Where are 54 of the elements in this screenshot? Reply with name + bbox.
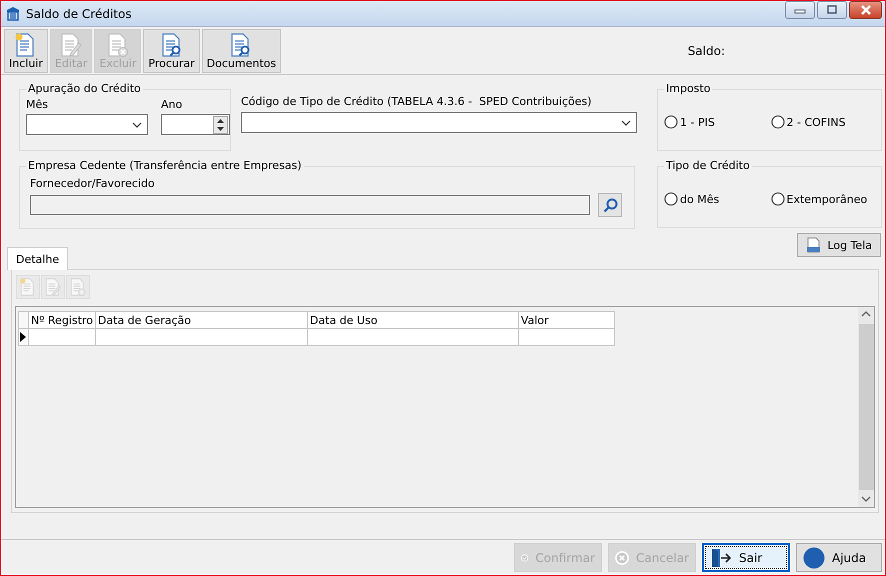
month-label: Mês [26, 98, 49, 111]
radio-button[interactable] [770, 115, 784, 129]
window-title: Saldo de Créditos [26, 6, 132, 20]
radio-label[interactable]: 1 - PIS [680, 116, 715, 128]
group-title: Apuração do Crédito [26, 82, 143, 95]
footer-button[interactable]: Sair [702, 543, 790, 572]
chevron-down-icon [621, 120, 631, 126]
year-label: Ano [161, 98, 184, 111]
minimize-button[interactable] [785, 1, 815, 19]
radio-label[interactable]: do Mês [680, 192, 720, 206]
footer-button[interactable]: Ajuda [796, 543, 882, 572]
search-icon [602, 198, 618, 212]
delete-document-icon [69, 278, 87, 296]
close-button[interactable] [849, 1, 882, 19]
column-header: Data de Uso [307, 312, 518, 328]
toolbar-button[interactable]: Procurar [143, 28, 200, 72]
document-icon [806, 237, 822, 253]
radio-label[interactable]: Extemporâneo [786, 192, 868, 206]
bank-icon [5, 6, 21, 22]
radio-button[interactable] [664, 115, 678, 129]
saldo-label: Saldo: [688, 44, 725, 58]
group-title: Tipo de Crédito [664, 159, 752, 172]
tab[interactable]: Detalhe [7, 247, 68, 270]
column-header: Data de Geração [95, 312, 308, 328]
maximize-icon [825, 5, 839, 15]
scroll-down-icon [860, 494, 872, 504]
supplier-label: Fornecedor/Favorecido [30, 177, 155, 190]
edit-document-icon [44, 278, 62, 296]
delete-document-icon [106, 32, 130, 56]
document-search-icon [160, 32, 184, 56]
close-icon [858, 5, 872, 15]
scrollbar[interactable] [858, 307, 874, 507]
column-header: Valor [518, 312, 614, 328]
credit-type-label: Código de Tipo de Crédito (TABELA 4.3.6 - SPED Contribuições) [241, 95, 593, 108]
radio-label[interactable]: 2 - COFINS [786, 116, 846, 128]
supplier-field[interactable] [30, 195, 590, 215]
chevron-down-icon [132, 122, 142, 128]
toolbar-button[interactable]: Documentos [202, 28, 282, 72]
group-title: Imposto [664, 82, 712, 95]
toolbar-button[interactable]: Incluir [4, 28, 48, 72]
exit-door-icon [710, 546, 732, 568]
credit-type-dropdown[interactable] [241, 112, 637, 133]
group-title: Empresa Cedente (Transferência entre Empresas) [26, 159, 304, 172]
year-spinner[interactable] [161, 114, 230, 135]
maximize-button[interactable] [817, 1, 847, 19]
month-dropdown[interactable] [26, 114, 148, 135]
column-header: Nº Registro [28, 312, 96, 328]
spin-arrows-icon [213, 116, 228, 134]
help-icon [803, 546, 825, 568]
search-button[interactable] [598, 193, 622, 217]
radio-button[interactable] [770, 192, 784, 206]
log-button[interactable]: Log Tela [797, 233, 881, 257]
edit-document-icon [59, 32, 84, 56]
radio-button[interactable] [664, 192, 678, 206]
